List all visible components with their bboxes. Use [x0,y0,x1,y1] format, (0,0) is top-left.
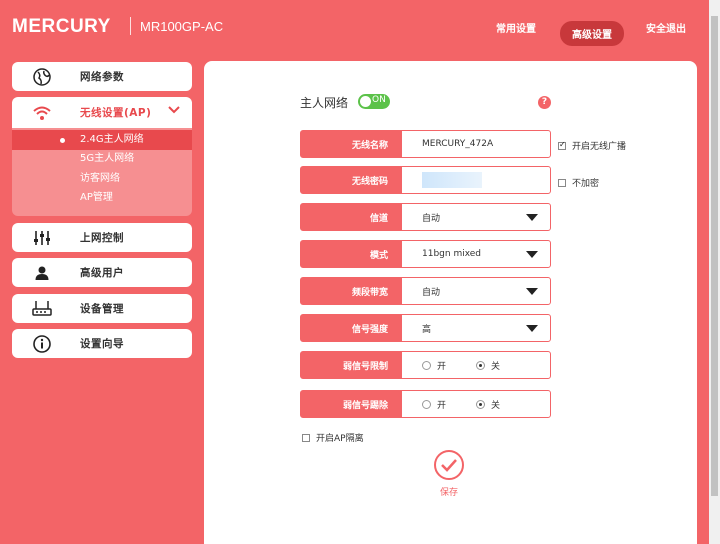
radio-selected-icon [476,399,486,409]
nav-logout[interactable]: 安全退出 [646,20,686,35]
signal-strength-value: 高 [422,324,432,335]
save-label: 保存 [440,488,459,498]
sidebar-item-access-control[interactable]: 上网控制 [12,223,192,252]
mode-row: 模式 11bgn mixed [300,240,551,268]
radio-icon [422,399,431,409]
nav-common-settings[interactable]: 常用设置 [496,20,536,35]
sidebar-item-label: 无线设置(AP) [80,107,152,119]
chevron-down-icon[interactable] [168,104,180,117]
weak-limit-off-radio[interactable]: 关 [476,359,500,372]
radio-label: 关 [491,361,501,372]
save-button[interactable] [434,450,464,480]
checkbox-icon [558,178,566,187]
no-encryption-label: 不加密 [572,179,600,189]
check-icon [441,459,457,472]
page-scrollbar[interactable] [709,0,720,544]
submenu-label: 2.4G主人网络 [80,134,144,145]
page-title: 主人网络 [300,96,349,110]
sidebar-item-label: 上网控制 [80,232,124,244]
broadcast-checkbox[interactable]: 开启无线广播 [558,139,626,152]
mode-select[interactable]: 11bgn mixed [402,241,550,267]
sidebar-item-network[interactable]: 网络参数 [12,62,192,91]
radio-selected-icon [476,360,486,370]
mode-value: 11bgn mixed [422,249,482,259]
signal-strength-label: 信号强度 [301,315,402,341]
radio-icon [422,360,431,370]
ssid-label: 无线名称 [301,131,402,157]
password-label: 无线密码 [301,167,402,193]
checkbox-checked-icon [558,140,566,150]
channel-select[interactable]: 自动 [402,204,550,230]
password-input[interactable] [402,167,550,193]
mode-label: 模式 [301,241,402,267]
help-icon[interactable]: ? [538,96,551,109]
scrollbar-thumb[interactable] [711,16,718,496]
weak-limit-on-radio[interactable]: 开 [422,359,446,372]
channel-row: 信道 自动 [300,203,551,231]
dropdown-caret-icon [526,214,538,221]
sidebar-item-label: 设置向导 [80,338,124,350]
sidebar-item-label: 设备管理 [80,303,124,315]
wireless-submenu: 2.4G主人网络 5G主人网络 访客网络 AP管理 [12,128,192,216]
weak-signal-kick-row: 弱信号踢除 开 关 [300,390,551,418]
router-icon [28,299,56,319]
sidebar-item-wireless[interactable]: 无线设置(AP) [12,97,192,128]
radio-label: 关 [491,400,501,411]
submenu-item-5g[interactable]: 5G主人网络 [12,149,192,169]
radio-label: 开 [437,361,447,372]
signal-strength-row: 信号强度 高 [300,314,551,342]
password-masked [422,172,482,188]
nav-advanced-settings[interactable]: 高级设置 [560,21,624,46]
weak-kick-on-radio[interactable]: 开 [422,398,446,411]
ssid-input[interactable]: MERCURY_472A [402,131,550,157]
channel-value: 自动 [422,213,441,224]
dropdown-caret-icon [526,325,538,332]
brand-logo: MERCURY [12,16,111,37]
no-encryption-checkbox[interactable]: 不加密 [558,176,599,189]
globe-icon [28,67,56,87]
weak-signal-kick-options: 开 关 [402,391,550,417]
weak-signal-kick-label: 弱信号踢除 [301,391,402,417]
weak-signal-limit-label: 弱信号限制 [301,352,402,378]
ap-isolation-label: 开启AP隔离 [316,434,364,444]
bandwidth-select[interactable]: 自动 [402,278,550,304]
selected-dot-icon [60,138,65,143]
sidebar-item-label: 网络参数 [80,71,124,83]
weak-kick-off-radio[interactable]: 关 [476,398,500,411]
toggle-knob [360,96,371,107]
submenu-item-ap[interactable]: AP管理 [12,188,192,208]
toggle-text: ON [372,95,386,105]
header-divider [130,17,131,35]
bandwidth-label: 频段带宽 [301,278,402,304]
dropdown-caret-icon [526,251,538,258]
wifi-icon [28,103,56,123]
model-name: MR100GP-AC [140,19,224,34]
checkbox-icon [302,433,310,442]
submenu-item-guest[interactable]: 访客网络 [12,169,192,189]
weak-signal-limit-row: 弱信号限制 开 关 [300,351,551,379]
dropdown-caret-icon [526,288,538,295]
sidebar-item-label: 高级用户 [80,267,124,279]
sidebar-item-setup-wizard[interactable]: 设置向导 [12,329,192,358]
password-row: 无线密码 [300,166,551,194]
channel-label: 信道 [301,204,402,230]
weak-signal-limit-options: 开 关 [402,352,550,378]
user-icon [28,263,56,283]
signal-strength-select[interactable]: 高 [402,315,550,341]
info-icon [28,334,56,354]
sidebar-item-advanced-users[interactable]: 高级用户 [12,258,192,287]
ap-isolation-checkbox[interactable]: 开启AP隔离 [302,431,364,444]
wireless-toggle[interactable]: ON [358,94,390,109]
sidebar-item-device-management[interactable]: 设备管理 [12,294,192,323]
sliders-icon [28,228,56,248]
radio-label: 开 [437,400,447,411]
bandwidth-row: 频段带宽 自动 [300,277,551,305]
bandwidth-value: 自动 [422,287,441,298]
ssid-row: 无线名称 MERCURY_472A [300,130,551,158]
broadcast-label: 开启无线广播 [572,142,627,152]
submenu-item-24g[interactable]: 2.4G主人网络 [12,130,192,150]
